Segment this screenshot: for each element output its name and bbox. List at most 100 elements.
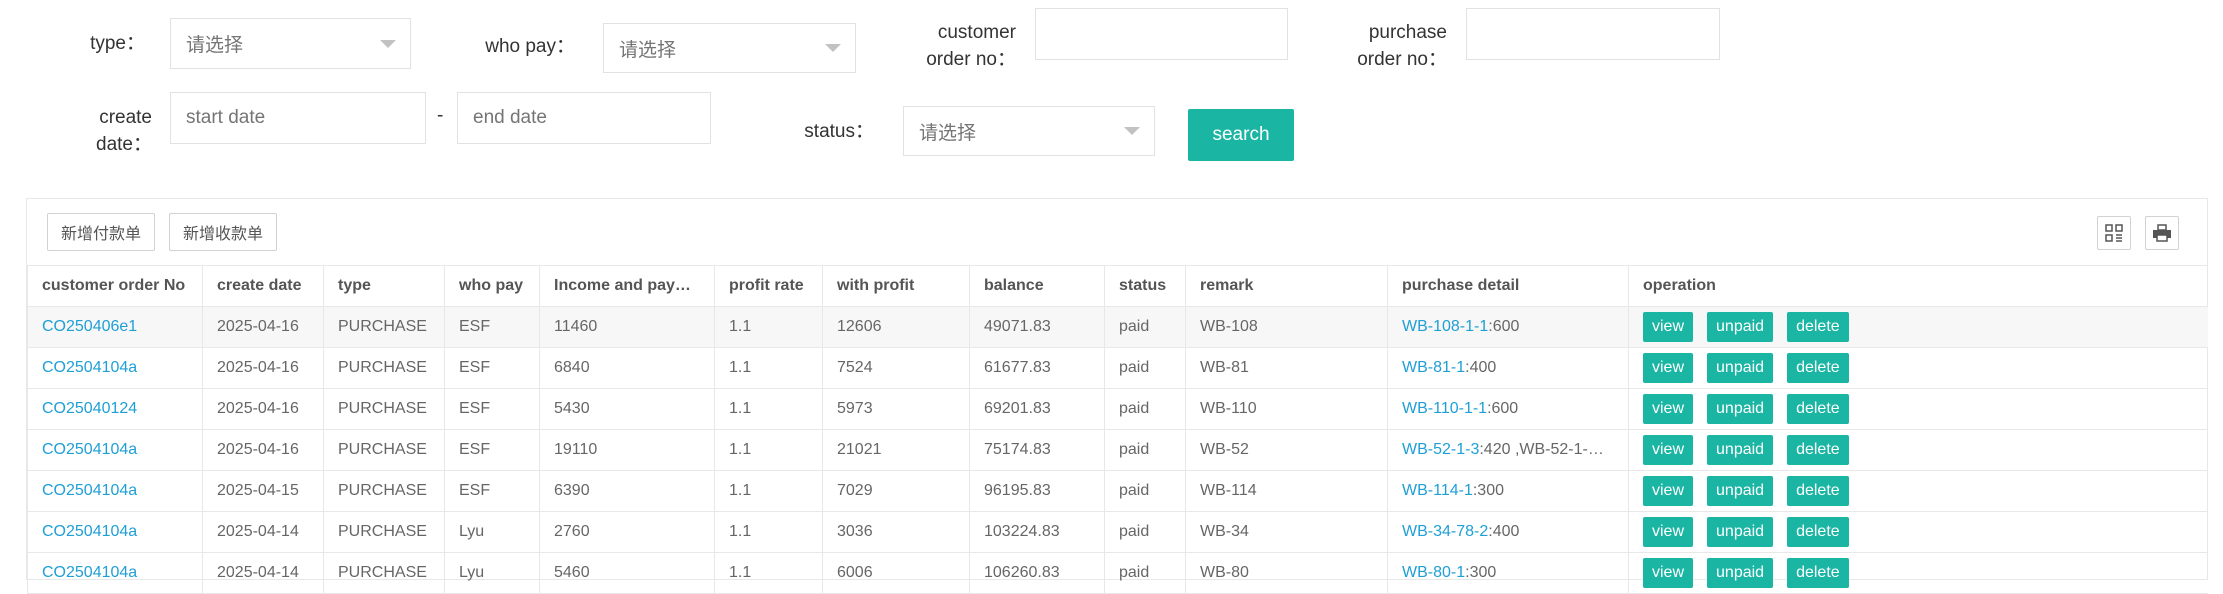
unpaid-button[interactable]: unpaid (1707, 558, 1774, 588)
col-who-pay[interactable]: who pay (444, 265, 540, 307)
col-create-date[interactable]: create date (202, 265, 324, 307)
cell-who-pay: Lyu (444, 511, 540, 553)
customer-order-link[interactable]: CO250406e1 (42, 318, 137, 335)
cell-income-pay: 5430 (539, 388, 715, 430)
customer-order-label-line1: customer (937, 22, 1016, 43)
col-type[interactable]: type (323, 265, 445, 307)
cell-status: paid (1104, 429, 1186, 471)
cell-with-profit: 21021 (822, 429, 970, 471)
cell-type: PURCHASE (323, 552, 445, 594)
customer-order-link[interactable]: CO2504104a (42, 441, 137, 458)
view-button[interactable]: view (1643, 312, 1694, 342)
columns-button[interactable] (2097, 216, 2131, 250)
cell-profit-rate: 1.1 (714, 306, 823, 348)
delete-button[interactable]: delete (1787, 517, 1849, 547)
start-date-placeholder: start date (186, 107, 266, 128)
cell-income-pay: 2760 (539, 511, 715, 553)
cell-who-pay: ESF (444, 306, 540, 348)
view-button[interactable]: view (1643, 353, 1694, 383)
delete-button[interactable]: delete (1787, 353, 1849, 383)
cell-operation: view unpaid delete (1628, 306, 2208, 348)
purchase-detail-qty: :300 (1465, 564, 1497, 581)
status-select[interactable]: 请选择 (903, 106, 1155, 156)
col-with-profit[interactable]: with profit (822, 265, 970, 307)
unpaid-button[interactable]: unpaid (1707, 353, 1774, 383)
print-button[interactable] (2145, 216, 2179, 250)
cell-status: paid (1104, 347, 1186, 389)
purchase-detail-qty: :400 (1488, 523, 1520, 540)
status-label: status： (804, 121, 874, 142)
customer-order-link[interactable]: CO2504104a (42, 482, 137, 499)
customer-order-link[interactable]: CO2504104a (42, 564, 137, 581)
cell-create-date: 2025-04-16 (202, 347, 324, 389)
type-label: type： (90, 33, 145, 54)
cell-create-date: 2025-04-16 (202, 306, 324, 348)
purchase-detail-link[interactable]: WB-80-1 (1402, 564, 1465, 581)
purchase-detail-link[interactable]: WB-110-1-1 (1402, 400, 1487, 417)
cell-create-date: 2025-04-16 (202, 388, 324, 430)
col-purchase-detail[interactable]: purchase detail (1387, 265, 1629, 307)
col-status[interactable]: status (1104, 265, 1186, 307)
cell-income-pay: 19110 (539, 429, 715, 471)
unpaid-button[interactable]: unpaid (1707, 435, 1774, 465)
customer-order-input[interactable] (1035, 8, 1288, 60)
delete-button[interactable]: delete (1787, 435, 1849, 465)
chevron-down-icon (380, 39, 396, 48)
col-profit-rate[interactable]: profit rate (714, 265, 823, 307)
unpaid-button[interactable]: unpaid (1707, 394, 1774, 424)
unpaid-button[interactable]: unpaid (1707, 476, 1774, 506)
add-receipt-button[interactable]: 新增收款单 (169, 213, 277, 251)
end-date-input[interactable]: end date (457, 92, 711, 144)
customer-order-label: customer order no： (900, 19, 1016, 73)
customer-order-link[interactable]: CO2504104a (42, 359, 137, 376)
purchase-order-label: purchase order no： (1331, 19, 1447, 73)
col-remark[interactable]: remark (1185, 265, 1388, 307)
view-button[interactable]: view (1643, 517, 1694, 547)
view-button[interactable]: view (1643, 394, 1694, 424)
cell-balance: 106260.83 (969, 552, 1105, 594)
print-icon (2153, 224, 2171, 242)
delete-button[interactable]: delete (1787, 558, 1849, 588)
cell-profit-rate: 1.1 (714, 470, 823, 512)
cell-create-date: 2025-04-16 (202, 429, 324, 471)
results-panel: 新增付款单 新增收款单 customer order No create dat… (26, 198, 2208, 594)
unpaid-button[interactable]: unpaid (1707, 517, 1774, 547)
type-select[interactable]: 请选择 (170, 18, 411, 69)
purchase-detail-qty: :300 (1472, 482, 1504, 499)
cell-operation: view unpaid delete (1628, 388, 2208, 430)
purchase-detail-link[interactable]: WB-81-1 (1402, 359, 1465, 376)
table-header-row: customer order No create date type who p… (27, 265, 2208, 307)
cell-with-profit: 3036 (822, 511, 970, 553)
delete-button[interactable]: delete (1787, 394, 1849, 424)
purchase-detail-link[interactable]: WB-34-78-2 (1402, 523, 1488, 540)
purchase-detail-link[interactable]: WB-52-1-3 (1402, 441, 1479, 458)
customer-order-link[interactable]: CO25040124 (42, 400, 137, 417)
view-button[interactable]: view (1643, 558, 1694, 588)
delete-button[interactable]: delete (1787, 476, 1849, 506)
cell-who-pay: Lyu (444, 552, 540, 594)
cell-type: PURCHASE (323, 347, 445, 389)
view-button[interactable]: view (1643, 435, 1694, 465)
who-pay-label: who pay： (485, 36, 575, 57)
view-button[interactable]: view (1643, 476, 1694, 506)
customer-order-link[interactable]: CO2504104a (42, 523, 137, 540)
cell-purchase-detail: WB-81-1:400 (1387, 347, 1629, 389)
col-balance[interactable]: balance (969, 265, 1105, 307)
date-separator: - (437, 105, 444, 126)
start-date-input[interactable]: start date (170, 92, 426, 144)
cell-purchase-detail: WB-34-78-2:400 (1387, 511, 1629, 553)
add-payment-button[interactable]: 新增付款单 (47, 213, 155, 251)
unpaid-button[interactable]: unpaid (1707, 312, 1774, 342)
purchase-order-input[interactable] (1466, 8, 1720, 60)
col-income-pay[interactable]: Income and pay… (539, 265, 715, 307)
purchase-detail-link[interactable]: WB-108-1-1 (1402, 318, 1488, 335)
cell-type: PURCHASE (323, 511, 445, 553)
cell-status: paid (1104, 306, 1186, 348)
delete-button[interactable]: delete (1787, 312, 1849, 342)
who-pay-select[interactable]: 请选择 (603, 23, 856, 73)
cell-who-pay: ESF (444, 429, 540, 471)
search-button[interactable]: search (1188, 109, 1294, 161)
purchase-detail-link[interactable]: WB-114-1 (1402, 482, 1473, 499)
col-customer-order[interactable]: customer order No (27, 265, 203, 307)
orders-table: customer order No create date type who p… (27, 265, 2208, 594)
